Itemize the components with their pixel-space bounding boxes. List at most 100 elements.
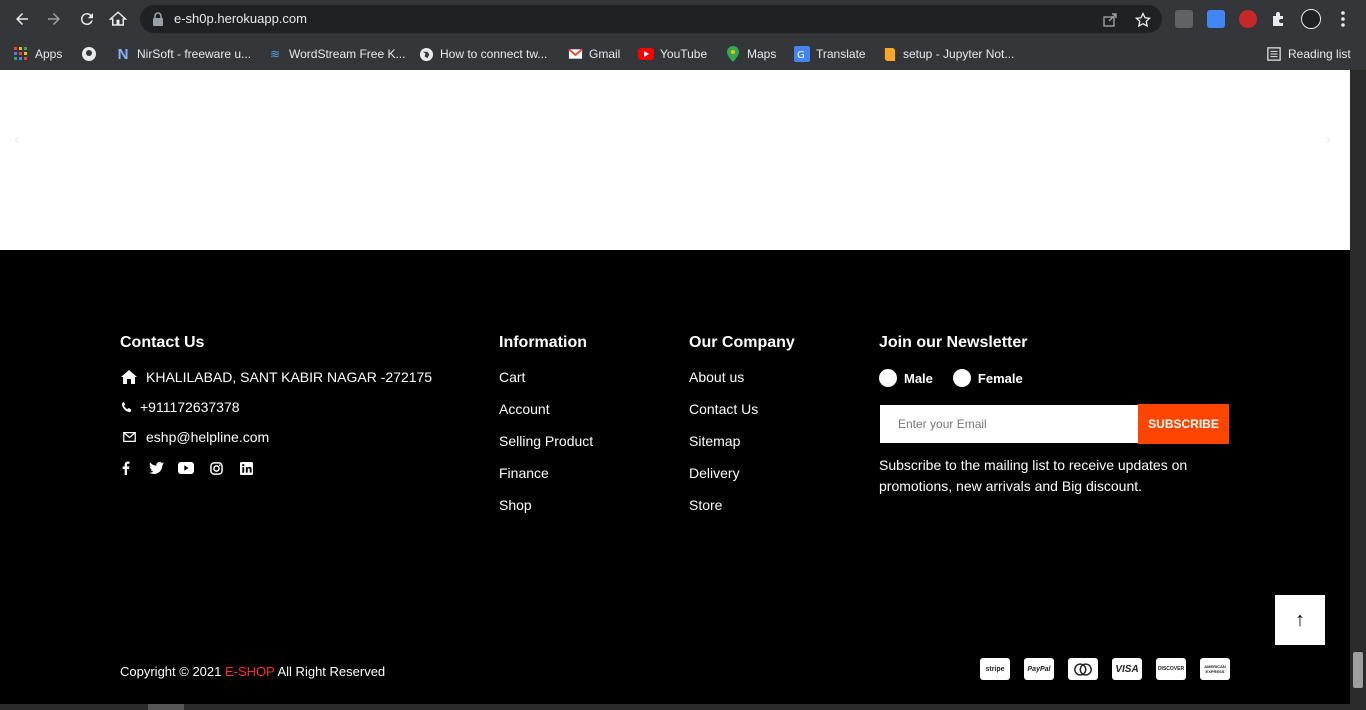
contact-phone: +911172637378 xyxy=(120,399,240,415)
address-bar[interactable]: e-sh0p.herokuapp.com xyxy=(140,5,1162,33)
link-sitemap[interactable]: Sitemap xyxy=(689,433,740,449)
link-contact-us[interactable]: Contact Us xyxy=(689,401,758,417)
bookmark-jupyter[interactable]: setup - Jupyter Not... xyxy=(881,45,1014,63)
bookmark-label: Translate xyxy=(816,47,866,61)
arrow-right-icon xyxy=(48,13,60,25)
youtube-icon xyxy=(638,46,654,62)
bookmark-youtube[interactable]: YouTube xyxy=(638,45,707,63)
back-button[interactable] xyxy=(11,8,33,30)
bookmark-label: WordStream Free K... xyxy=(289,47,406,61)
extension-avatar-icon[interactable] xyxy=(1239,10,1257,28)
link-shop[interactable]: Shop xyxy=(499,497,532,513)
back-to-top-button[interactable]: ↑ xyxy=(1275,595,1325,645)
gmail-icon xyxy=(567,46,583,62)
reading-list-label: Reading list xyxy=(1288,47,1351,61)
carousel-prev-icon[interactable]: ‹ xyxy=(14,132,20,148)
amex-icon: AMERICAN EXPRESS xyxy=(1200,658,1230,680)
bookmark-wordstream[interactable]: ≋ WordStream Free K... xyxy=(267,45,406,63)
lock-icon xyxy=(153,12,163,26)
reading-list-icon xyxy=(1266,46,1282,62)
radio-female-label: Female xyxy=(977,370,1023,386)
reading-list-button[interactable]: Reading list xyxy=(1266,45,1351,63)
profile-avatar[interactable] xyxy=(1301,9,1321,29)
phone-icon xyxy=(120,401,134,413)
pay-label: VISA xyxy=(1115,663,1139,675)
contact-email: eshp@helpline.com xyxy=(120,429,269,445)
bookmark-label: How to connect tw... xyxy=(440,47,548,61)
radio-male-label: Male xyxy=(904,370,933,386)
email-text[interactable]: eshp@helpline.com xyxy=(146,429,269,445)
bookmark-label: NirSoft - freeware u... xyxy=(137,47,252,61)
discover-icon: DISCOVER xyxy=(1156,658,1186,680)
twitter-icon[interactable] xyxy=(148,460,164,476)
address-text: KHALILABAD, SANT KABIR NAGAR -272175 xyxy=(146,369,433,385)
carousel-next-icon[interactable]: › xyxy=(1326,132,1332,148)
reload-icon xyxy=(80,13,93,26)
hscroll-thumb[interactable] xyxy=(148,704,184,710)
newsletter-email-input[interactable] xyxy=(880,405,1138,443)
forward-button[interactable] xyxy=(43,8,65,30)
link-store[interactable]: Store xyxy=(689,497,722,513)
svg-text:G: G xyxy=(797,50,805,61)
menu-dots-icon[interactable] xyxy=(1336,10,1350,28)
bookmarks-bar: Apps N NirSoft - freeware u... ≋ WordStr… xyxy=(0,38,1366,70)
home-button[interactable] xyxy=(107,8,129,30)
arrow-left-icon xyxy=(16,13,28,25)
bookmark-maps[interactable]: Maps xyxy=(725,45,776,63)
reload-button[interactable] xyxy=(76,8,98,30)
radio-female[interactable] xyxy=(952,369,971,387)
horizontal-scrollbar[interactable] xyxy=(0,704,1366,710)
facebook-icon[interactable] xyxy=(118,460,134,476)
bookmark-apps[interactable]: Apps xyxy=(13,45,62,63)
google-translate-ext-icon[interactable] xyxy=(1207,10,1225,28)
maps-icon xyxy=(725,46,741,62)
visa-icon: VISA xyxy=(1112,658,1142,680)
contact-address: KHALILABAD, SANT KABIR NAGAR -272175 xyxy=(120,369,432,385)
bookmark-translate[interactable]: G Translate xyxy=(794,45,866,63)
arrow-up-icon: ↑ xyxy=(1295,608,1305,631)
wordstream-icon: ≋ xyxy=(269,47,281,61)
linkedin-icon[interactable] xyxy=(238,460,254,476)
gender-options: Male Female xyxy=(879,369,1023,387)
information-title: Information xyxy=(499,334,587,351)
home-icon xyxy=(120,370,138,384)
copyright-brand[interactable]: E-SHOP xyxy=(225,664,275,679)
bookmark-gmail[interactable]: Gmail xyxy=(567,45,620,63)
home-icon xyxy=(109,11,127,26)
github-icon xyxy=(81,46,97,62)
url-text: e-sh0p.herokuapp.com xyxy=(174,11,307,26)
copyright-prefix: Copyright © 2021 xyxy=(120,664,222,679)
company-title: Our Company xyxy=(689,334,795,351)
link-selling-product[interactable]: Selling Product xyxy=(499,433,593,449)
newsletter-description: Subscribe to the mailing list to receive… xyxy=(879,457,1188,494)
envelope-icon xyxy=(120,432,138,442)
social-links xyxy=(118,460,254,476)
link-cart[interactable]: Cart xyxy=(499,369,525,385)
link-finance[interactable]: Finance xyxy=(499,465,549,481)
bookmark-github[interactable] xyxy=(81,45,103,63)
extension-icon[interactable] xyxy=(1175,10,1193,28)
puzzle-icon[interactable] xyxy=(1270,10,1288,28)
link-account[interactable]: Account xyxy=(499,401,550,417)
site-footer: Contact Us KHALILABAD, SANT KABIR NAGAR … xyxy=(0,250,1350,704)
link-delivery[interactable]: Delivery xyxy=(689,465,740,481)
radio-male[interactable] xyxy=(879,369,897,387)
product-carousel: ‹ › xyxy=(0,70,1350,250)
paypal-icon: PayPal xyxy=(1024,658,1054,680)
star-icon[interactable] xyxy=(1135,12,1151,28)
bookmark-nirsoft[interactable]: N NirSoft - freeware u... xyxy=(115,45,251,63)
youtube-icon[interactable] xyxy=(178,460,194,476)
subscribe-button[interactable]: SUBSCRIBE xyxy=(1138,404,1229,444)
instagram-icon[interactable] xyxy=(208,460,224,476)
phone-text[interactable]: +911172637378 xyxy=(140,399,240,415)
pay-label: AMERICAN EXPRESS xyxy=(1204,664,1226,674)
bookmark-how-to-connect[interactable]: How to connect tw... xyxy=(418,45,547,63)
vertical-scrollbar[interactable] xyxy=(1350,70,1366,704)
copyright: Copyright © 2021 E-SHOP All Right Reserv… xyxy=(120,664,385,679)
apps-grid-icon xyxy=(13,46,29,62)
scrollbar-thumb[interactable] xyxy=(1353,652,1363,688)
nirsoft-icon: N xyxy=(117,45,129,63)
share-icon[interactable] xyxy=(1102,12,1118,28)
link-about-us[interactable]: About us xyxy=(689,369,744,385)
copyright-suffix: All Right Reserved xyxy=(277,664,386,679)
